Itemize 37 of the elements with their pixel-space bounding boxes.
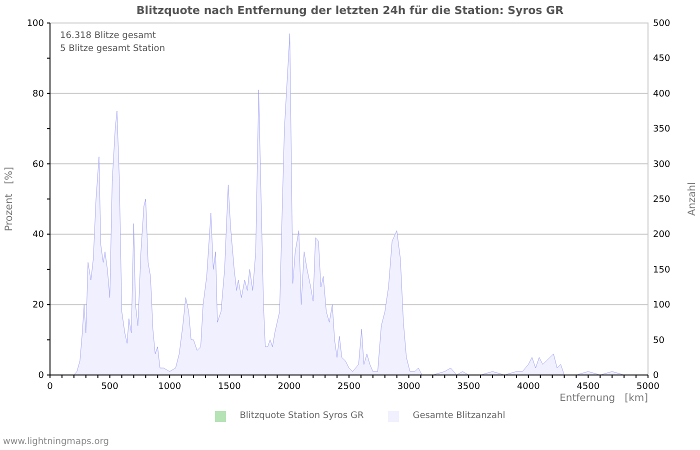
y-tick-label: 100 bbox=[26, 19, 44, 29]
y-tick-label: 400 bbox=[653, 89, 670, 100]
x-tick-label: 1500 bbox=[218, 382, 241, 392]
y-axis-label: Prozent [%] bbox=[4, 166, 15, 232]
y-tick-label: 250 bbox=[653, 195, 670, 205]
y-tick-label: 20 bbox=[32, 300, 44, 311]
legend-label: Blitzquote Station Syros GR bbox=[240, 411, 364, 421]
y-tick-label: 50 bbox=[653, 336, 664, 346]
y-axis-label: Anzahl bbox=[687, 182, 698, 216]
y-tick-label: 450 bbox=[653, 54, 670, 64]
x-tick-label: 3000 bbox=[397, 382, 420, 392]
footer-link-text: www.lightningmaps.org bbox=[3, 437, 109, 447]
summary-text: 5 Blitze gesamt Station bbox=[60, 44, 166, 54]
y-tick-label: 0 bbox=[38, 371, 44, 381]
y-tick-label: 300 bbox=[653, 160, 670, 170]
y-tick-label: 80 bbox=[32, 89, 44, 100]
x-tick-label: 0 bbox=[47, 382, 53, 392]
x-tick-label: 3500 bbox=[457, 382, 480, 392]
legend-label: Gesamte Blitzanzahl bbox=[412, 411, 506, 421]
x-tick-label: 4500 bbox=[576, 382, 600, 392]
x-tick-label: 2500 bbox=[338, 382, 360, 392]
y-tick-label: 60 bbox=[32, 160, 44, 170]
x-axis-label: Entfernung [km] bbox=[560, 393, 648, 404]
y-tick-label: 150 bbox=[653, 265, 670, 276]
x-tick-label: 500 bbox=[101, 382, 118, 392]
x-tick-label: 4000 bbox=[516, 382, 540, 392]
summary-text: 16.318 Blitze gesamt bbox=[60, 31, 156, 41]
y-tick-label: 40 bbox=[32, 230, 44, 240]
y-tick-label: 500 bbox=[653, 19, 670, 29]
y-tick-label: 350 bbox=[653, 124, 670, 135]
y-tick-label: 200 bbox=[653, 230, 670, 240]
x-tick-label: 2000 bbox=[278, 382, 301, 392]
y-tick-label: 0 bbox=[653, 371, 659, 381]
chart-title: Blitzquote nach Entfernung der letzten 24h für die Station: Syros GR bbox=[136, 4, 564, 17]
x-tick-label: 5000 bbox=[636, 382, 660, 392]
x-tick-label: 1000 bbox=[158, 382, 182, 392]
y-tick-label: 100 bbox=[653, 300, 670, 311]
